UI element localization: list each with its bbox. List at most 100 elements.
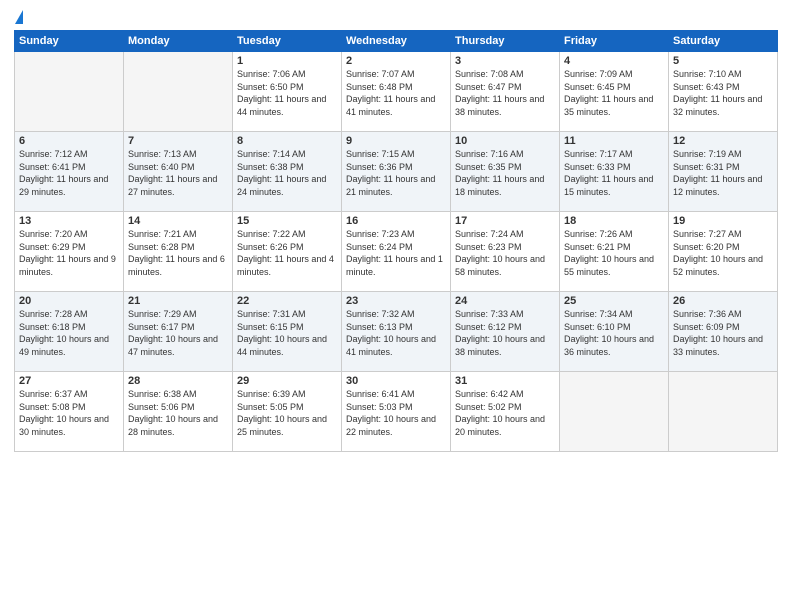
day-number: 24 [455, 295, 555, 307]
day-number: 25 [564, 295, 664, 307]
day-info: Sunrise: 7:17 AMSunset: 6:33 PMDaylight:… [564, 148, 664, 198]
calendar-cell: 3Sunrise: 7:08 AMSunset: 6:47 PMDaylight… [451, 52, 560, 132]
day-info: Sunrise: 6:38 AMSunset: 5:06 PMDaylight:… [128, 388, 228, 438]
col-header-tuesday: Tuesday [233, 31, 342, 52]
day-info: Sunrise: 7:08 AMSunset: 6:47 PMDaylight:… [455, 68, 555, 118]
calendar-cell: 29Sunrise: 6:39 AMSunset: 5:05 PMDayligh… [233, 372, 342, 452]
calendar-week-4: 20Sunrise: 7:28 AMSunset: 6:18 PMDayligh… [15, 292, 778, 372]
calendar-cell [124, 52, 233, 132]
logo-triangle [15, 10, 23, 24]
calendar-cell: 25Sunrise: 7:34 AMSunset: 6:10 PMDayligh… [560, 292, 669, 372]
col-header-saturday: Saturday [669, 31, 778, 52]
header [14, 10, 778, 24]
calendar-cell: 24Sunrise: 7:33 AMSunset: 6:12 PMDayligh… [451, 292, 560, 372]
day-info: Sunrise: 7:24 AMSunset: 6:23 PMDaylight:… [455, 228, 555, 278]
calendar-cell: 9Sunrise: 7:15 AMSunset: 6:36 PMDaylight… [342, 132, 451, 212]
day-number: 21 [128, 295, 228, 307]
day-number: 19 [673, 215, 773, 227]
day-number: 23 [346, 295, 446, 307]
col-header-thursday: Thursday [451, 31, 560, 52]
day-info: Sunrise: 7:31 AMSunset: 6:15 PMDaylight:… [237, 308, 337, 358]
calendar-header-row: SundayMondayTuesdayWednesdayThursdayFrid… [15, 31, 778, 52]
day-number: 11 [564, 135, 664, 147]
day-info: Sunrise: 7:15 AMSunset: 6:36 PMDaylight:… [346, 148, 446, 198]
day-info: Sunrise: 7:19 AMSunset: 6:31 PMDaylight:… [673, 148, 773, 198]
calendar-cell [560, 372, 669, 452]
calendar-cell [669, 372, 778, 452]
day-number: 16 [346, 215, 446, 227]
calendar-cell: 16Sunrise: 7:23 AMSunset: 6:24 PMDayligh… [342, 212, 451, 292]
day-number: 28 [128, 375, 228, 387]
calendar-cell: 14Sunrise: 7:21 AMSunset: 6:28 PMDayligh… [124, 212, 233, 292]
calendar-cell: 17Sunrise: 7:24 AMSunset: 6:23 PMDayligh… [451, 212, 560, 292]
calendar-cell: 27Sunrise: 6:37 AMSunset: 5:08 PMDayligh… [15, 372, 124, 452]
calendar-cell: 11Sunrise: 7:17 AMSunset: 6:33 PMDayligh… [560, 132, 669, 212]
day-number: 15 [237, 215, 337, 227]
calendar-cell: 30Sunrise: 6:41 AMSunset: 5:03 PMDayligh… [342, 372, 451, 452]
calendar-cell: 20Sunrise: 7:28 AMSunset: 6:18 PMDayligh… [15, 292, 124, 372]
day-number: 8 [237, 135, 337, 147]
calendar-cell: 13Sunrise: 7:20 AMSunset: 6:29 PMDayligh… [15, 212, 124, 292]
day-info: Sunrise: 7:12 AMSunset: 6:41 PMDaylight:… [19, 148, 119, 198]
day-info: Sunrise: 7:06 AMSunset: 6:50 PMDaylight:… [237, 68, 337, 118]
col-header-sunday: Sunday [15, 31, 124, 52]
day-number: 10 [455, 135, 555, 147]
calendar-week-3: 13Sunrise: 7:20 AMSunset: 6:29 PMDayligh… [15, 212, 778, 292]
calendar-cell: 12Sunrise: 7:19 AMSunset: 6:31 PMDayligh… [669, 132, 778, 212]
day-number: 13 [19, 215, 119, 227]
day-number: 26 [673, 295, 773, 307]
day-number: 14 [128, 215, 228, 227]
day-number: 4 [564, 55, 664, 67]
calendar-cell [15, 52, 124, 132]
day-info: Sunrise: 7:27 AMSunset: 6:20 PMDaylight:… [673, 228, 773, 278]
day-info: Sunrise: 7:33 AMSunset: 6:12 PMDaylight:… [455, 308, 555, 358]
calendar-table: SundayMondayTuesdayWednesdayThursdayFrid… [14, 30, 778, 452]
day-info: Sunrise: 6:39 AMSunset: 5:05 PMDaylight:… [237, 388, 337, 438]
day-info: Sunrise: 7:20 AMSunset: 6:29 PMDaylight:… [19, 228, 119, 278]
day-info: Sunrise: 7:34 AMSunset: 6:10 PMDaylight:… [564, 308, 664, 358]
col-header-wednesday: Wednesday [342, 31, 451, 52]
calendar-cell: 2Sunrise: 7:07 AMSunset: 6:48 PMDaylight… [342, 52, 451, 132]
calendar-cell: 6Sunrise: 7:12 AMSunset: 6:41 PMDaylight… [15, 132, 124, 212]
calendar-cell: 23Sunrise: 7:32 AMSunset: 6:13 PMDayligh… [342, 292, 451, 372]
col-header-monday: Monday [124, 31, 233, 52]
day-info: Sunrise: 7:16 AMSunset: 6:35 PMDaylight:… [455, 148, 555, 198]
day-info: Sunrise: 7:26 AMSunset: 6:21 PMDaylight:… [564, 228, 664, 278]
calendar-cell: 4Sunrise: 7:09 AMSunset: 6:45 PMDaylight… [560, 52, 669, 132]
day-info: Sunrise: 6:41 AMSunset: 5:03 PMDaylight:… [346, 388, 446, 438]
calendar-cell: 7Sunrise: 7:13 AMSunset: 6:40 PMDaylight… [124, 132, 233, 212]
calendar-cell: 10Sunrise: 7:16 AMSunset: 6:35 PMDayligh… [451, 132, 560, 212]
calendar-cell: 5Sunrise: 7:10 AMSunset: 6:43 PMDaylight… [669, 52, 778, 132]
day-number: 2 [346, 55, 446, 67]
day-info: Sunrise: 7:36 AMSunset: 6:09 PMDaylight:… [673, 308, 773, 358]
day-number: 18 [564, 215, 664, 227]
calendar-cell: 8Sunrise: 7:14 AMSunset: 6:38 PMDaylight… [233, 132, 342, 212]
day-number: 9 [346, 135, 446, 147]
day-number: 6 [19, 135, 119, 147]
calendar-cell: 21Sunrise: 7:29 AMSunset: 6:17 PMDayligh… [124, 292, 233, 372]
calendar-cell: 1Sunrise: 7:06 AMSunset: 6:50 PMDaylight… [233, 52, 342, 132]
calendar-cell: 31Sunrise: 6:42 AMSunset: 5:02 PMDayligh… [451, 372, 560, 452]
calendar-cell: 15Sunrise: 7:22 AMSunset: 6:26 PMDayligh… [233, 212, 342, 292]
day-number: 22 [237, 295, 337, 307]
calendar-week-1: 1Sunrise: 7:06 AMSunset: 6:50 PMDaylight… [15, 52, 778, 132]
day-info: Sunrise: 7:13 AMSunset: 6:40 PMDaylight:… [128, 148, 228, 198]
calendar-cell: 26Sunrise: 7:36 AMSunset: 6:09 PMDayligh… [669, 292, 778, 372]
calendar-cell: 22Sunrise: 7:31 AMSunset: 6:15 PMDayligh… [233, 292, 342, 372]
page: SundayMondayTuesdayWednesdayThursdayFrid… [0, 0, 792, 612]
day-number: 30 [346, 375, 446, 387]
day-info: Sunrise: 7:29 AMSunset: 6:17 PMDaylight:… [128, 308, 228, 358]
day-number: 1 [237, 55, 337, 67]
day-info: Sunrise: 7:07 AMSunset: 6:48 PMDaylight:… [346, 68, 446, 118]
day-info: Sunrise: 7:28 AMSunset: 6:18 PMDaylight:… [19, 308, 119, 358]
calendar-week-2: 6Sunrise: 7:12 AMSunset: 6:41 PMDaylight… [15, 132, 778, 212]
day-info: Sunrise: 6:37 AMSunset: 5:08 PMDaylight:… [19, 388, 119, 438]
day-number: 27 [19, 375, 119, 387]
calendar-cell: 19Sunrise: 7:27 AMSunset: 6:20 PMDayligh… [669, 212, 778, 292]
col-header-friday: Friday [560, 31, 669, 52]
day-info: Sunrise: 7:14 AMSunset: 6:38 PMDaylight:… [237, 148, 337, 198]
calendar-cell: 28Sunrise: 6:38 AMSunset: 5:06 PMDayligh… [124, 372, 233, 452]
day-info: Sunrise: 7:21 AMSunset: 6:28 PMDaylight:… [128, 228, 228, 278]
day-number: 12 [673, 135, 773, 147]
calendar-week-5: 27Sunrise: 6:37 AMSunset: 5:08 PMDayligh… [15, 372, 778, 452]
